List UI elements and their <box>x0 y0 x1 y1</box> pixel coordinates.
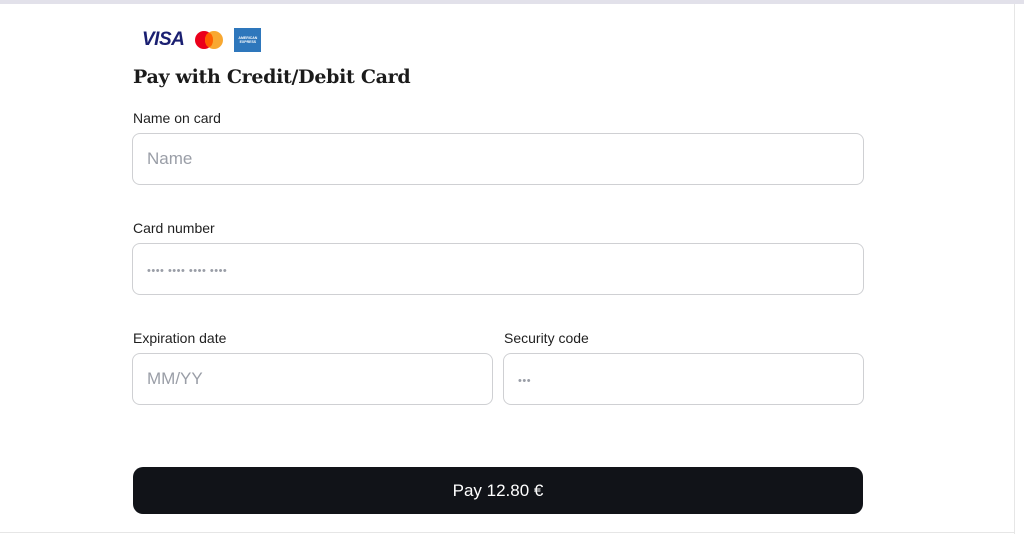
card-number-input[interactable] <box>132 243 864 295</box>
name-on-card-input[interactable] <box>132 133 864 185</box>
amex-logo: AMERICAN EXPRESS <box>234 28 262 52</box>
pay-button[interactable]: Pay 12.80 € <box>133 467 863 514</box>
page-title: Pay with Credit/Debit Card <box>133 66 411 88</box>
mastercard-logo <box>195 31 224 49</box>
security-code-label: Security code <box>504 330 589 346</box>
expiration-date-input[interactable] <box>132 353 493 405</box>
visa-logo: VISA <box>142 29 185 50</box>
bottom-divider <box>0 532 1015 533</box>
card-logos: VISA AMERICAN EXPRESS <box>142 28 262 52</box>
pay-button-label: Pay 12.80 € <box>452 480 544 500</box>
right-divider <box>1014 4 1015 534</box>
amex-logo-line-2: EXPRESS <box>239 40 257 44</box>
security-code-input[interactable] <box>503 353 864 405</box>
top-strip <box>0 0 1024 4</box>
expiration-date-label: Expiration date <box>133 330 227 346</box>
name-on-card-label: Name on card <box>133 110 221 126</box>
card-number-label: Card number <box>133 220 215 236</box>
